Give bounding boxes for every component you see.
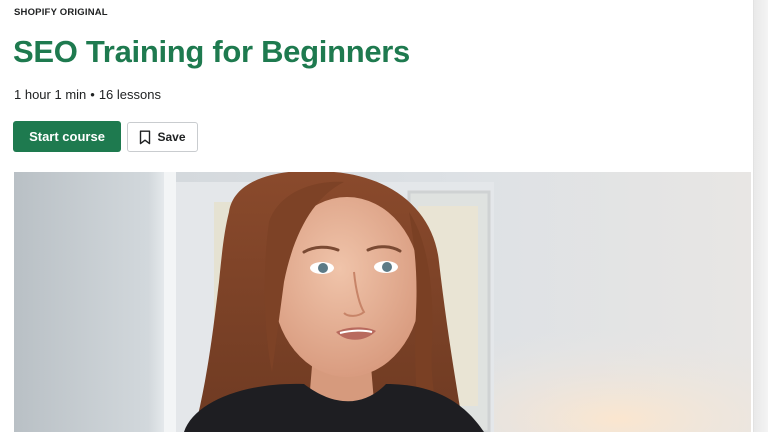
save-button[interactable]: Save bbox=[127, 122, 198, 152]
bookmark-icon bbox=[139, 130, 151, 145]
course-meta: 1 hour 1 min • 16 lessons bbox=[14, 87, 161, 102]
course-page: SHOPIFY ORIGINAL SEO Training for Beginn… bbox=[0, 0, 768, 432]
course-duration: 1 hour 1 min bbox=[14, 87, 87, 102]
course-title: SEO Training for Beginners bbox=[13, 34, 410, 69]
course-eyebrow: SHOPIFY ORIGINAL bbox=[14, 7, 108, 18]
save-button-label: Save bbox=[157, 130, 186, 144]
course-hero-image bbox=[14, 172, 751, 432]
page-scrollbar[interactable] bbox=[753, 0, 768, 432]
start-course-button[interactable]: Start course bbox=[13, 121, 121, 152]
meta-separator: • bbox=[90, 87, 95, 102]
course-lesson-count: 16 lessons bbox=[98, 87, 161, 102]
